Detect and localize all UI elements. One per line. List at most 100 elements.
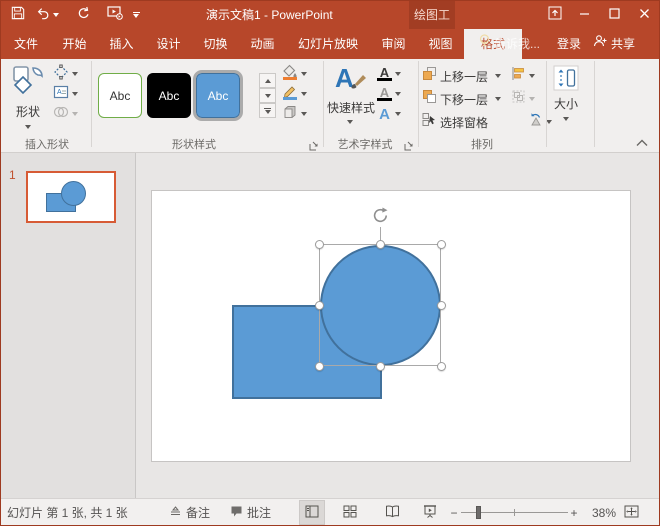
selection-pane-button[interactable]: 选择窗格 <box>422 113 488 131</box>
tab-review[interactable]: 审阅 <box>370 29 417 59</box>
tab-home[interactable]: 开始 <box>51 29 98 59</box>
start-slideshow-icon <box>107 6 123 25</box>
chevron-up-icon <box>265 79 271 83</box>
bring-forward-label: 上移一层 <box>440 68 488 85</box>
close-button[interactable] <box>631 1 657 29</box>
resize-handle-top-left[interactable] <box>315 240 324 249</box>
save-icon <box>11 6 25 25</box>
shape-outline-button[interactable] <box>282 85 307 103</box>
chevron-down-icon <box>72 112 78 116</box>
sign-in-button[interactable]: 登录 <box>557 29 581 59</box>
shape-style-preview-3-selected[interactable]: Abc <box>196 73 240 118</box>
status-bar: 幻灯片 第 1 张, 共 1 张 备注 批注 − + 38% <box>1 498 659 525</box>
save-button[interactable] <box>9 5 27 25</box>
close-icon <box>639 6 650 24</box>
ribbon-display-options-button[interactable] <box>542 1 568 29</box>
bring-forward-icon <box>422 66 437 86</box>
view-normal-button[interactable] <box>299 500 325 525</box>
tab-file[interactable]: 文件 <box>1 29 51 59</box>
gallery-scroll-up-button[interactable] <box>259 73 276 88</box>
bring-forward-button[interactable]: 上移一层 <box>422 67 488 85</box>
group-label-insert-shapes: 插入形状 <box>15 136 79 152</box>
resize-handle-bottom-right[interactable] <box>437 362 446 371</box>
resize-handle-top[interactable] <box>376 240 385 249</box>
merge-shapes-button[interactable] <box>53 105 78 123</box>
view-normal-icon <box>305 505 319 521</box>
view-reading-button[interactable] <box>379 500 405 525</box>
tab-design[interactable]: 设计 <box>145 29 192 59</box>
bring-forward-dropdown[interactable] <box>495 67 501 85</box>
share-button[interactable]: 共享 <box>593 29 635 59</box>
customize-qat-button[interactable] <box>130 5 142 25</box>
chevron-down-icon <box>563 117 569 121</box>
tab-animations[interactable]: 动画 <box>239 29 286 59</box>
chevron-down-icon <box>529 97 535 101</box>
maximize-button[interactable] <box>601 1 627 29</box>
tab-transitions[interactable]: 切换 <box>192 29 239 59</box>
align-button[interactable] <box>511 67 535 85</box>
zoom-level-button[interactable]: 38% <box>584 499 616 526</box>
slide-thumbnail-1[interactable] <box>26 171 116 223</box>
chevron-down-icon <box>72 92 78 96</box>
view-slideshow-button[interactable] <box>417 500 443 525</box>
send-backward-button[interactable]: 下移一层 <box>422 90 488 108</box>
gallery-more-button[interactable] <box>259 103 276 118</box>
chevron-down-icon <box>301 72 307 76</box>
tell-me-box[interactable]: 告诉我... <box>479 29 540 59</box>
resize-handle-right[interactable] <box>437 301 446 310</box>
text-effects-button[interactable]: A <box>377 105 401 123</box>
selection-bounding-box <box>319 244 441 366</box>
shape-style-preview-2[interactable]: Abc <box>147 73 191 118</box>
resize-handle-left[interactable] <box>315 301 324 310</box>
group-label-arrange: 排列 <box>458 136 506 152</box>
undo-icon <box>36 6 50 25</box>
undo-dropdown[interactable] <box>51 5 61 25</box>
zoom-slider-thumb[interactable] <box>476 506 481 519</box>
shape-fill-icon <box>282 64 298 85</box>
shape-fill-button[interactable] <box>282 65 307 83</box>
notes-button[interactable]: 备注 <box>169 499 210 526</box>
size-button[interactable]: 大小 <box>549 59 583 153</box>
merge-shapes-icon <box>53 104 69 125</box>
view-slide-sorter-button[interactable] <box>337 500 363 525</box>
gallery-scroll-down-button[interactable] <box>259 88 276 103</box>
window-title: 演示文稿1 - PowerPoint <box>206 1 333 29</box>
chevron-down-icon <box>265 94 271 98</box>
view-slideshow-icon <box>423 505 437 521</box>
style-gallery-scroll <box>259 73 276 118</box>
start-slideshow-button[interactable] <box>105 5 125 25</box>
selection-pane-label: 选择窗格 <box>440 114 488 131</box>
chevron-down-icon <box>301 112 307 116</box>
wordart-dialog-launcher[interactable] <box>404 138 414 148</box>
undo-button[interactable] <box>34 5 52 25</box>
minimize-button[interactable] <box>571 1 597 29</box>
resize-handle-top-right[interactable] <box>437 240 446 249</box>
notes-label: 备注 <box>186 504 210 521</box>
comments-label: 批注 <box>247 504 271 521</box>
shape-style-preview-1[interactable]: Abc <box>98 73 142 118</box>
zoom-in-button[interactable]: + <box>569 499 579 526</box>
tab-view[interactable]: 视图 <box>417 29 464 59</box>
collapse-ribbon-button[interactable] <box>635 135 649 153</box>
shape-styles-dialog-launcher[interactable] <box>309 138 319 148</box>
customize-qat-icon <box>133 12 140 18</box>
text-box-button[interactable]: A <box>53 85 78 103</box>
redo-button[interactable] <box>75 5 93 25</box>
fit-slide-to-window-button[interactable] <box>618 500 644 525</box>
shapes-icon <box>7 64 49 101</box>
dialog-launcher-icon <box>309 141 319 151</box>
comments-button[interactable]: 批注 <box>230 499 271 526</box>
tab-insert[interactable]: 插入 <box>98 29 145 59</box>
resize-handle-bottom-left[interactable] <box>315 362 324 371</box>
text-outline-button[interactable]: A <box>377 85 401 103</box>
text-fill-button[interactable]: A <box>377 65 401 83</box>
send-backward-dropdown[interactable] <box>495 90 501 108</box>
rotation-handle[interactable] <box>371 206 390 230</box>
group-objects-button[interactable] <box>511 90 535 108</box>
edit-shape-button[interactable] <box>53 65 78 83</box>
resize-handle-bottom[interactable] <box>376 362 385 371</box>
shape-effects-button[interactable] <box>282 105 307 123</box>
tab-slideshow[interactable]: 幻灯片放映 <box>286 29 370 59</box>
text-outline-icon: A <box>377 87 392 101</box>
zoom-out-button[interactable]: − <box>449 499 459 526</box>
